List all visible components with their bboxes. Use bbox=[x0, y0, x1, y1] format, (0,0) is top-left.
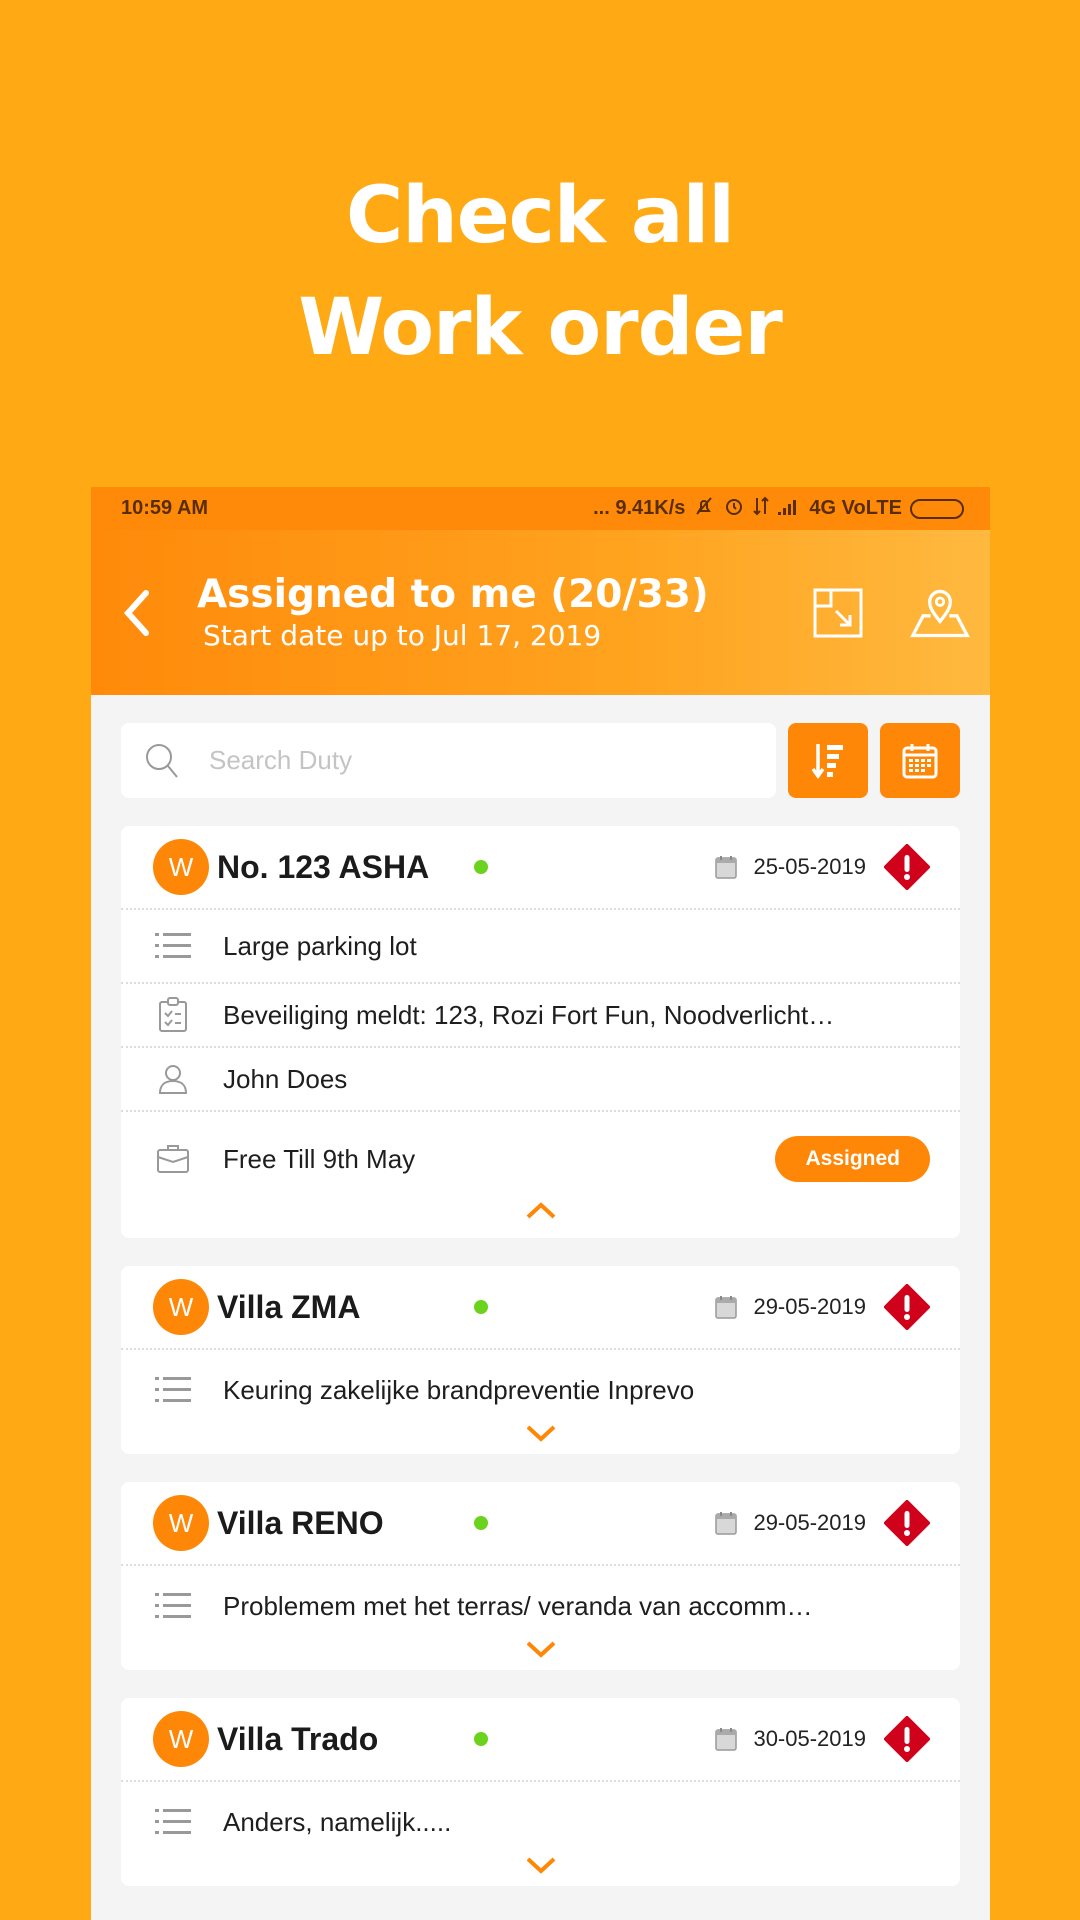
avatar: W bbox=[153, 839, 209, 895]
description-row-text: Anders, namelijk..... bbox=[223, 1806, 452, 1837]
status-badge[interactable]: Assigned bbox=[775, 1136, 930, 1182]
search-input[interactable] bbox=[209, 745, 709, 776]
signal-icon bbox=[777, 496, 801, 522]
checklist-row-text: Beveiliging meldt: 123, Rozi Fort Fun, N… bbox=[223, 999, 835, 1030]
description-row-text: Keuring zakelijke brandpreventie Inprevo bbox=[223, 1374, 695, 1405]
promo-headline: Check all Work order bbox=[0, 160, 1080, 384]
list-icon bbox=[155, 1593, 191, 1618]
calendar-filter-button[interactable] bbox=[880, 723, 960, 798]
search-field[interactable] bbox=[121, 723, 776, 798]
chevron-up-icon bbox=[526, 1202, 555, 1219]
chevron-left-icon bbox=[123, 589, 149, 636]
description-row: Anders, namelijk..... bbox=[121, 1782, 960, 1856]
map-pin-icon bbox=[910, 589, 970, 637]
mute-icon bbox=[693, 495, 715, 523]
description-row: Problemem met het terras/ veranda van ac… bbox=[121, 1566, 960, 1640]
person-icon bbox=[158, 1065, 188, 1094]
work-order-name: No. 123 ASHA bbox=[217, 848, 430, 885]
search-icon bbox=[146, 743, 178, 778]
avatar: W bbox=[153, 1495, 209, 1551]
description-row-text: Problemem met het terras/ veranda van ac… bbox=[223, 1590, 813, 1621]
list-icon bbox=[155, 1809, 191, 1834]
alert-icon bbox=[884, 1284, 930, 1330]
avatar: W bbox=[153, 1279, 209, 1335]
availability-row-text: Free Till 9th May bbox=[223, 1143, 416, 1174]
promo-line-1: Check all bbox=[345, 171, 735, 261]
avatar: W bbox=[153, 1711, 209, 1767]
alert-icon bbox=[884, 1500, 930, 1546]
work-order-name: Villa ZMA bbox=[217, 1288, 361, 1325]
work-order-date: 29-05-2019 bbox=[753, 1294, 866, 1319]
description-row: Keuring zakelijke brandpreventie Inprevo bbox=[121, 1350, 960, 1424]
alarm-icon bbox=[723, 495, 745, 523]
online-status-dot bbox=[474, 1300, 488, 1314]
calendar-icon bbox=[715, 1296, 738, 1319]
calendar-icon bbox=[715, 1512, 738, 1535]
promo-line-2: Work order bbox=[298, 283, 783, 373]
sort-icon bbox=[811, 743, 843, 779]
work-order-header: W No. 123 ASHA 25-05-2019 bbox=[121, 826, 960, 910]
sort-button[interactable] bbox=[788, 723, 868, 798]
network-speed: ... 9.41K/s bbox=[593, 497, 686, 519]
work-order-card[interactable]: W No. 123 ASHA 25-05-2019 Large parking … bbox=[121, 826, 960, 1238]
app-header: Assigned to me (20/33) Start date up to … bbox=[91, 530, 990, 695]
page-subtitle: Start date up to Jul 17, 2019 bbox=[203, 618, 602, 652]
calendar-icon bbox=[715, 856, 738, 879]
description-row: Large parking lot bbox=[121, 910, 960, 984]
online-status-dot bbox=[474, 860, 488, 874]
status-time: 10:59 AM bbox=[121, 497, 209, 519]
description-row-text: Large parking lot bbox=[223, 930, 417, 961]
collapse-button[interactable] bbox=[121, 1200, 960, 1238]
expand-icon bbox=[813, 588, 863, 637]
assignee-row-text: John Does bbox=[223, 1063, 348, 1094]
chevron-down-icon bbox=[526, 1641, 555, 1658]
list-icon bbox=[155, 933, 191, 958]
phone-screen: 10:59 AM ... 9.41K/s 4G VoLTE Assigned t… bbox=[91, 487, 990, 1920]
expand-card-button[interactable] bbox=[121, 1856, 960, 1886]
work-order-name: Villa RENO bbox=[217, 1504, 384, 1541]
status-bar: 10:59 AM ... 9.41K/s 4G VoLTE bbox=[91, 487, 990, 530]
online-status-dot bbox=[474, 1516, 488, 1530]
map-button[interactable] bbox=[910, 583, 970, 643]
alert-icon bbox=[884, 1716, 930, 1762]
work-order-header: W Villa RENO 29-05-2019 bbox=[121, 1482, 960, 1566]
back-button[interactable] bbox=[113, 583, 161, 643]
chevron-down-icon bbox=[526, 1857, 555, 1874]
work-order-header: W Villa ZMA 29-05-2019 bbox=[121, 1266, 960, 1350]
work-order-date: 25-05-2019 bbox=[753, 854, 866, 879]
work-order-date: 29-05-2019 bbox=[753, 1510, 866, 1535]
work-order-card[interactable]: W Villa Trado 30-05-2019 Anders, namelij… bbox=[121, 1698, 960, 1886]
list-icon bbox=[155, 1377, 191, 1402]
data-transfer-icon bbox=[753, 495, 770, 523]
assignee-row: John Does bbox=[121, 1048, 960, 1112]
online-status-dot bbox=[474, 1732, 488, 1746]
work-order-card[interactable]: W Villa ZMA 29-05-2019 Keuring zakelijke… bbox=[121, 1266, 960, 1454]
calendar-icon bbox=[902, 743, 938, 778]
battery-icon bbox=[910, 498, 964, 519]
work-order-header: W Villa Trado 30-05-2019 bbox=[121, 1698, 960, 1782]
chevron-down-icon bbox=[526, 1425, 555, 1442]
alert-icon bbox=[884, 844, 930, 890]
network-type: 4G VoLTE bbox=[809, 497, 902, 519]
work-order-list: W No. 123 ASHA 25-05-2019 Large parking … bbox=[91, 798, 990, 1886]
expand-button[interactable] bbox=[808, 583, 868, 643]
checklist-row: Beveiliging meldt: 123, Rozi Fort Fun, N… bbox=[121, 984, 960, 1048]
work-order-date: 30-05-2019 bbox=[753, 1726, 866, 1751]
expand-card-button[interactable] bbox=[121, 1640, 960, 1670]
availability-row: Free Till 9th May Assigned bbox=[121, 1112, 960, 1200]
briefcase-icon bbox=[157, 1145, 189, 1173]
work-order-card[interactable]: W Villa RENO 29-05-2019 Problemem met he… bbox=[121, 1482, 960, 1670]
checklist-icon bbox=[159, 997, 187, 1032]
work-order-name: Villa Trado bbox=[217, 1720, 379, 1757]
page-title: Assigned to me (20/33) bbox=[197, 571, 709, 617]
calendar-icon bbox=[715, 1728, 738, 1751]
expand-card-button[interactable] bbox=[121, 1424, 960, 1454]
